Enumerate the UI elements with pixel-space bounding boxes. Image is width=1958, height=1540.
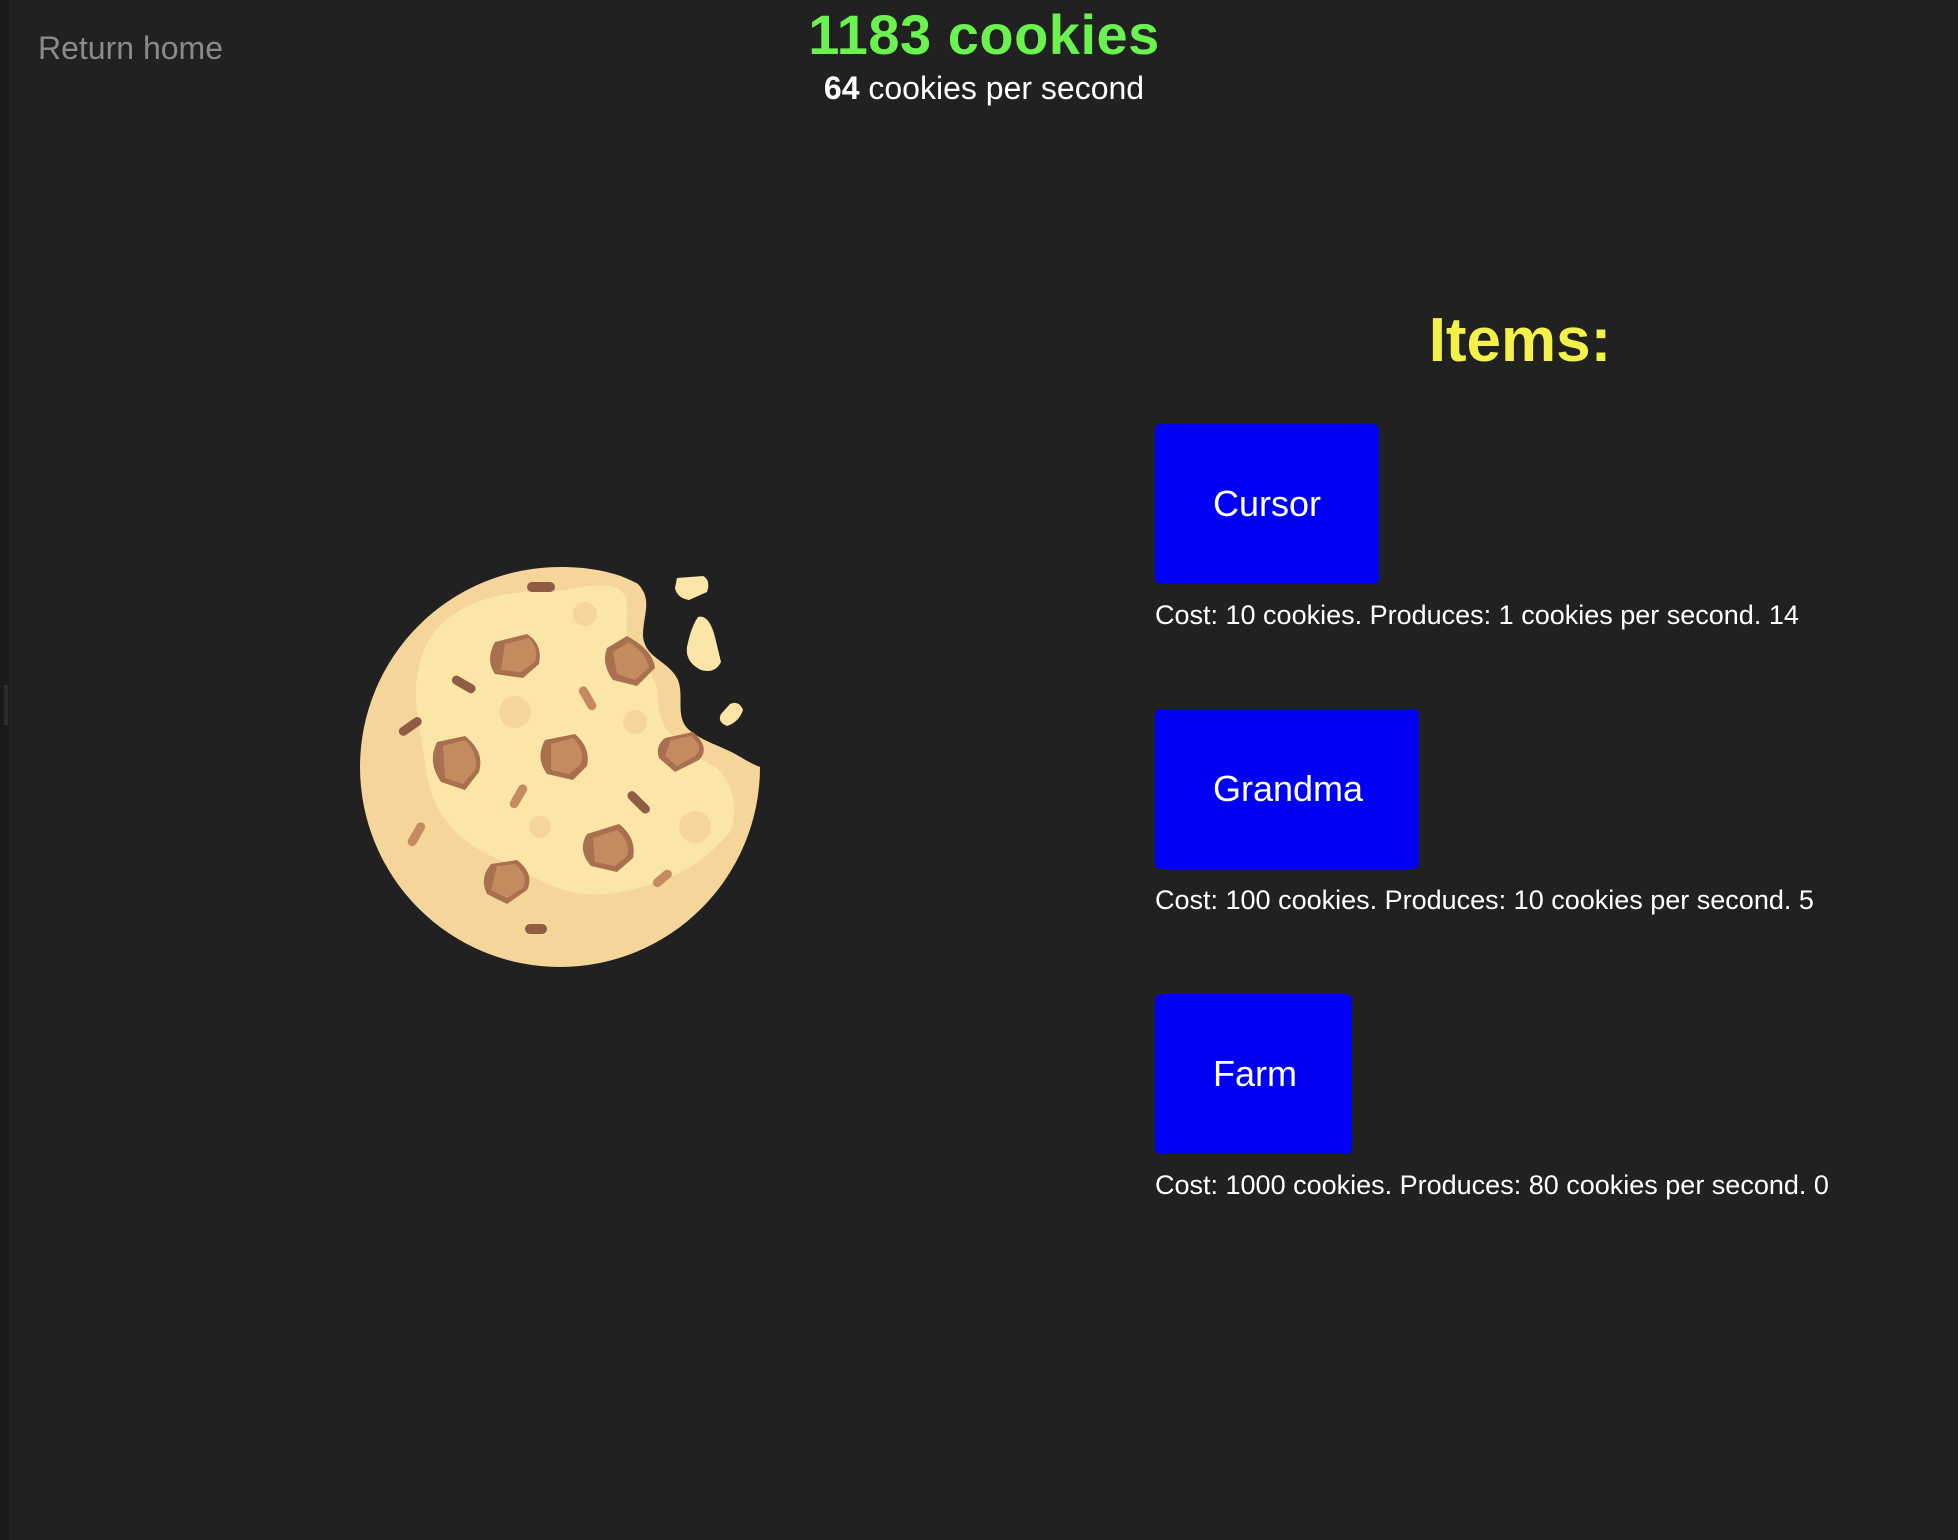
cursor-description: Cost: 10 cookies. Produces: 1 cookies pe… — [1155, 600, 1799, 630]
left-window-edge — [0, 0, 9, 1540]
items-title: Items: — [1428, 306, 1612, 375]
buy-cursor-button[interactable]: Cursor — [1155, 424, 1379, 584]
shop-item-farm: Farm Cost: 1000 cookies. Produces: 80 co… — [1155, 994, 1829, 1201]
cookie-count: 1183 cookies — [808, 3, 1160, 66]
shop-item-grandma: Grandma Cost: 100 cookies. Produces: 10 … — [1155, 709, 1814, 916]
shop-item-cursor: Cursor Cost: 10 cookies. Produces: 1 coo… — [1155, 424, 1799, 631]
cookies-per-second: 64 cookies per second — [0, 70, 1958, 107]
buy-farm-button[interactable]: Farm — [1155, 994, 1352, 1154]
rate-suffix: cookies per second — [859, 70, 1145, 106]
bitten-cookie-icon — [360, 567, 760, 967]
resize-handle[interactable] — [4, 685, 8, 725]
cookie-button[interactable] — [355, 562, 765, 972]
game-page: Return home 1183 cookies 64 cookies per … — [0, 0, 1958, 1540]
grandma-description: Cost: 100 cookies. Produces: 10 cookies … — [1155, 885, 1814, 915]
buy-grandma-button[interactable]: Grandma — [1155, 709, 1419, 869]
rate-number: 64 — [823, 70, 860, 106]
farm-description: Cost: 1000 cookies. Produces: 80 cookies… — [1155, 1170, 1829, 1200]
